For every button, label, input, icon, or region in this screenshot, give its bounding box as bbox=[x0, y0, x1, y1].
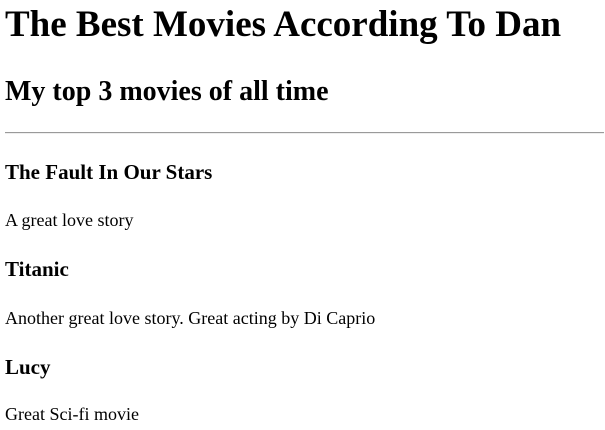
movie-title: Lucy bbox=[5, 355, 51, 379]
movie-description: A great love story bbox=[5, 210, 134, 230]
movie-title: The Fault In Our Stars bbox=[5, 160, 213, 184]
page-subtitle: My top 3 movies of all time bbox=[5, 76, 329, 107]
divider bbox=[5, 132, 604, 134]
movie-description: Another great love story. Great acting b… bbox=[5, 308, 376, 328]
movie-title: Titanic bbox=[5, 257, 69, 281]
movie-description: Great Sci-fi movie bbox=[5, 404, 139, 424]
page-title: The Best Movies According To Dan bbox=[5, 4, 562, 45]
